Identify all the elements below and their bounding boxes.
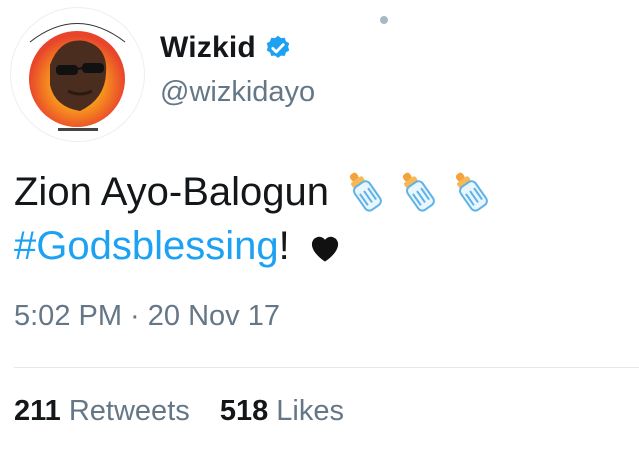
baby-bottle-icon <box>456 172 489 212</box>
tweet-text-punctuation: ! <box>278 224 290 268</box>
divider <box>14 367 639 368</box>
display-name[interactable]: Wizkid <box>160 31 256 65</box>
tweet-stats: 211 Retweets 518 Likes <box>14 395 366 428</box>
tweet-timestamp[interactable]: 5:02 PM · 20 Nov 17 <box>14 300 280 333</box>
retweets-count: 211 <box>14 395 61 427</box>
avatar[interactable] <box>10 7 145 142</box>
retweets-stat[interactable]: 211 Retweets <box>14 395 198 427</box>
verified-badge-icon <box>266 35 290 58</box>
baby-bottle-icon <box>403 172 436 212</box>
retweets-label: Retweets <box>68 395 190 427</box>
tweet-text-name: Zion Ayo-Balogun <box>14 170 330 214</box>
hashtag-link[interactable]: #Godsblessing <box>14 224 279 268</box>
baby-bottle-icon <box>350 172 383 212</box>
likes-stat[interactable]: 518 Likes <box>220 395 344 427</box>
more-options-icon[interactable] <box>380 16 388 24</box>
likes-count: 518 <box>219 395 269 427</box>
user-handle[interactable]: @wizkidayo <box>160 76 315 109</box>
tweet-text: Zion Ayo-Balogun #Godsblessing! <box>14 165 624 273</box>
likes-label: Likes <box>276 395 344 427</box>
black-heart-icon <box>311 236 338 262</box>
